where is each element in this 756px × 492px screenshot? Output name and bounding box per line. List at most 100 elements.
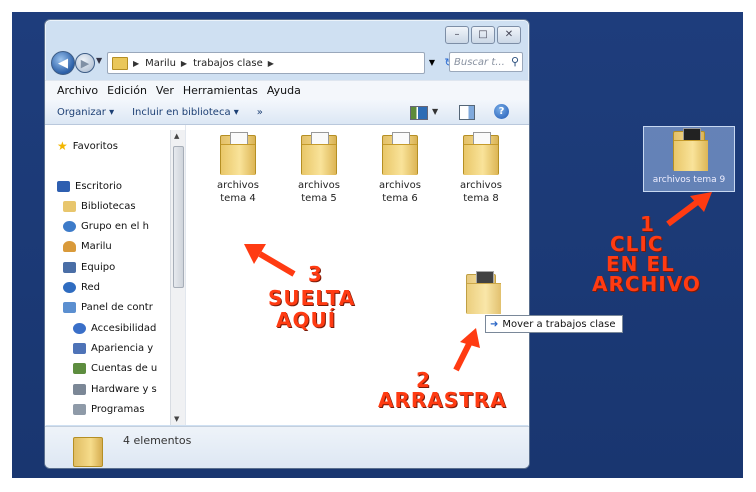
libraries-icon xyxy=(63,201,76,212)
scroll-down-icon[interactable]: ▼ xyxy=(174,415,179,423)
menu-ver[interactable]: Ver xyxy=(156,84,174,97)
breadcrumb-marilu[interactable]: Marilu xyxy=(145,58,176,69)
close-button[interactable]: ✕ xyxy=(497,26,521,44)
nav-equipo[interactable]: Equipo xyxy=(63,262,115,273)
desktop-folder-selected[interactable]: archivos tema 9 xyxy=(643,126,735,192)
breadcrumb-chevron-icon[interactable]: ▶ xyxy=(133,59,139,68)
nav-bibliotecas[interactable]: Bibliotecas xyxy=(63,201,136,212)
nav-red[interactable]: Red xyxy=(63,282,100,293)
nav-label: Cuentas de u xyxy=(91,363,158,374)
menu-edicion[interactable]: Edición xyxy=(107,84,147,97)
folder-item[interactable]: archivos tema 8 xyxy=(451,132,511,205)
desktop-icon xyxy=(57,181,70,192)
change-view-icon[interactable] xyxy=(410,106,428,120)
back-button[interactable]: ◀ xyxy=(51,51,75,75)
step3-line1: SUELTA xyxy=(268,286,356,310)
nav-label: Grupo en el h xyxy=(81,221,149,232)
nav-cuentas[interactable]: Cuentas de u xyxy=(73,363,157,374)
folder-icon xyxy=(112,56,128,70)
folder-icon xyxy=(382,132,418,175)
menu-ayuda[interactable]: Ayuda xyxy=(267,84,301,97)
nav-hardware[interactable]: Hardware y s xyxy=(73,384,157,395)
folder-item[interactable]: archivos tema 4 xyxy=(208,132,268,205)
folder-label: archivos tema 5 xyxy=(298,180,340,204)
control-panel-icon xyxy=(63,302,76,313)
nav-label: Favoritos xyxy=(72,140,118,152)
nav-label: Escritorio xyxy=(75,181,122,192)
nav-escritorio[interactable]: Escritorio xyxy=(57,181,122,192)
scroll-thumb[interactable] xyxy=(173,146,184,288)
view-dropdown-icon[interactable]: ▼ xyxy=(432,107,438,116)
organize-button[interactable]: Organizar ▾ xyxy=(57,107,114,118)
back-arrow-icon: ◀ xyxy=(58,55,68,71)
window-controls: – □ ✕ xyxy=(445,26,521,44)
folder-label: archivos tema 4 xyxy=(217,180,259,204)
more-commands-button[interactable]: » xyxy=(257,107,263,118)
search-placeholder: Buscar t... xyxy=(454,56,505,68)
folder-item[interactable]: archivos tema 5 xyxy=(289,132,349,205)
nav-label: Red xyxy=(81,282,100,293)
desktop-folder-label: archivos tema 9 xyxy=(652,175,726,185)
network-icon xyxy=(63,282,76,293)
command-bar: Organizar ▾ Incluir en biblioteca ▾ » xyxy=(45,100,529,125)
accessibility-icon xyxy=(73,323,86,334)
search-input[interactable]: Buscar t... ⚲ xyxy=(449,52,523,72)
move-arrow-icon: ➜ xyxy=(490,318,499,330)
menu-archivo[interactable]: Archivo xyxy=(57,84,98,97)
star-icon: ★ xyxy=(57,139,68,153)
include-library-button[interactable]: Incluir en biblioteca ▾ xyxy=(132,107,239,118)
nav-label: Apariencia y xyxy=(91,343,154,354)
breadcrumb-trabajos-clase[interactable]: trabajos clase xyxy=(193,58,263,69)
nav-panel-control[interactable]: Panel de contr xyxy=(63,302,153,313)
arrow-icon xyxy=(244,244,296,277)
folder-item[interactable]: archivos tema 6 xyxy=(370,132,430,205)
forward-button[interactable]: ▶ xyxy=(75,53,95,73)
nav-grupo-hogar[interactable]: Grupo en el h xyxy=(63,221,149,232)
folder-icon xyxy=(466,271,501,314)
menu-herramientas[interactable]: Herramientas xyxy=(183,84,258,97)
breadcrumb-chevron-icon[interactable]: ▶ xyxy=(181,59,187,68)
folder-icon xyxy=(463,132,499,175)
arrow-icon xyxy=(666,192,712,227)
drag-tooltip: ➜ Mover a trabajos clase xyxy=(485,315,623,333)
step2-label: ARRASTRA xyxy=(378,388,507,412)
programs-icon xyxy=(73,404,86,415)
preview-pane-icon[interactable] xyxy=(459,105,475,120)
folder-icon xyxy=(673,128,708,171)
nav-accesibilidad[interactable]: Accesibilidad xyxy=(73,323,156,334)
scroll-up-icon[interactable]: ▲ xyxy=(174,132,179,140)
homegroup-icon xyxy=(63,221,76,232)
nav-favoritos[interactable]: ★ Favoritos xyxy=(57,139,118,153)
nav-label: Panel de contr xyxy=(81,302,153,313)
navigation-pane: ★ Favoritos Escritorio Bibliotecas Grupo… xyxy=(45,125,186,425)
nav-programas[interactable]: Programas xyxy=(73,404,145,415)
folder-icon xyxy=(73,437,103,467)
step3-line2: AQUÍ xyxy=(276,308,337,332)
folder-icon xyxy=(301,132,337,175)
maximize-button[interactable]: □ xyxy=(471,26,495,44)
nav-label: Bibliotecas xyxy=(81,201,136,212)
folder-label: archivos tema 6 xyxy=(379,180,421,204)
search-icon: ⚲ xyxy=(510,55,519,68)
nav-marilu[interactable]: Marilu xyxy=(63,241,112,252)
nav-label: Equipo xyxy=(81,262,116,273)
address-bar[interactable]: ▶ Marilu ▶ trabajos clase ▶ xyxy=(107,52,425,74)
nav-label: Programas xyxy=(91,404,145,415)
forward-arrow-icon: ▶ xyxy=(80,56,90,70)
nav-label: Accesibilidad xyxy=(91,323,157,334)
nav-apariencia[interactable]: Apariencia y xyxy=(73,343,153,354)
item-count: 4 elementos xyxy=(123,434,192,447)
menu-bar: Archivo Edición Ver Herramientas Ayuda xyxy=(45,80,529,101)
accounts-icon xyxy=(73,363,86,374)
folder-label: archivos tema 8 xyxy=(460,180,502,204)
user-icon xyxy=(63,241,76,252)
help-icon[interactable]: ? xyxy=(494,104,509,119)
step1-line3: ARCHIVO xyxy=(592,272,701,296)
nav-scrollbar[interactable]: ▲ ▼ xyxy=(170,130,185,425)
breadcrumb-chevron-icon[interactable]: ▶ xyxy=(268,59,274,68)
history-dropdown-icon[interactable]: ▼ xyxy=(96,56,102,65)
minimize-button[interactable]: – xyxy=(445,26,469,44)
address-row: ◀ ▶ ▼ ▶ Marilu ▶ trabajos clase ▶ ▼ ↻ Bu… xyxy=(51,50,523,76)
address-dropdown-icon[interactable]: ▼ xyxy=(425,52,439,72)
status-bar: 4 elementos xyxy=(45,426,529,468)
